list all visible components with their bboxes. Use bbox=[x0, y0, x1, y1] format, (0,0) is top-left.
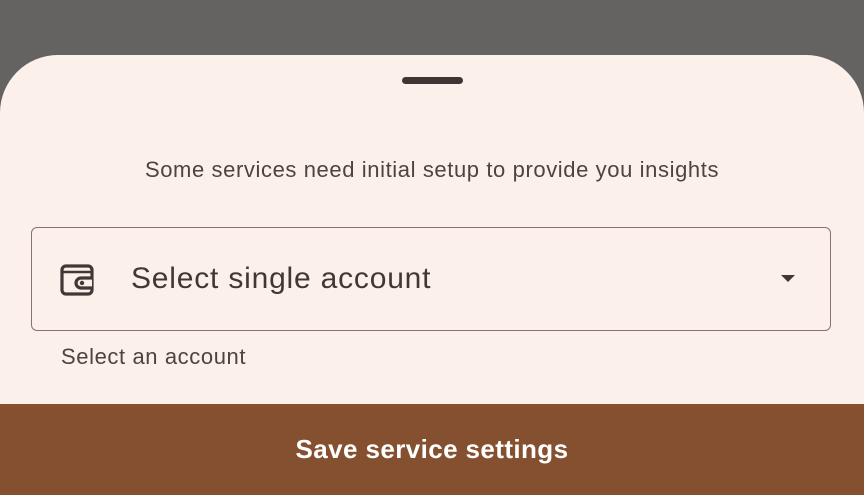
arrow-drop-down-icon[interactable] bbox=[781, 273, 795, 283]
account-select-value: Select single account bbox=[131, 262, 432, 295]
screen: Some services need initial setup to prov… bbox=[0, 0, 864, 495]
sheet-subtitle: Some services need initial setup to prov… bbox=[144, 157, 720, 182]
account-select[interactable]: Select single account bbox=[31, 227, 831, 331]
save-service-settings-button[interactable]: Save service settings bbox=[0, 404, 864, 495]
wallet-icon bbox=[60, 264, 94, 296]
account-select-helper: Select an account bbox=[61, 344, 247, 369]
drag-handle[interactable] bbox=[402, 77, 463, 84]
bottom-sheet: Some services need initial setup to prov… bbox=[0, 55, 864, 495]
